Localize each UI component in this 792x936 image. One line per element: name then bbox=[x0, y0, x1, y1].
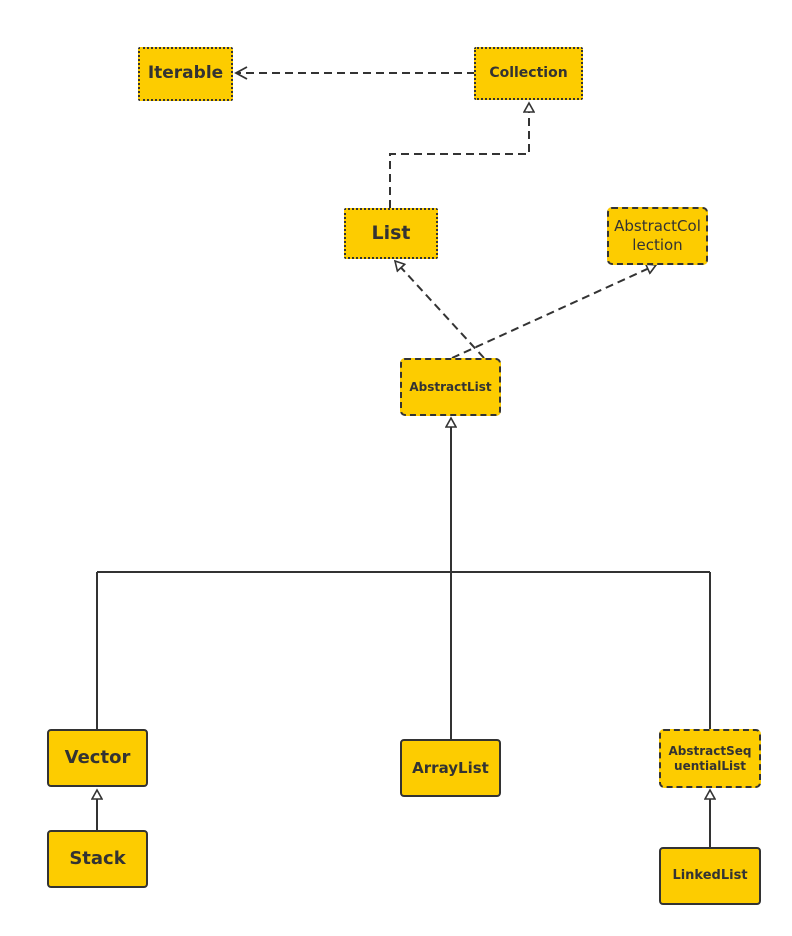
node-array-list[interactable]: ArrayList bbox=[400, 739, 501, 797]
node-label: Iterable bbox=[147, 63, 224, 84]
node-iterable[interactable]: Iterable bbox=[138, 47, 233, 101]
node-abstract-collection[interactable]: AbstractCollection bbox=[607, 207, 708, 265]
edge-abstractlist-list bbox=[395, 261, 485, 359]
node-linked-list[interactable]: LinkedList bbox=[659, 847, 761, 905]
node-label: LinkedList bbox=[672, 867, 748, 883]
node-label: AbstractCollection bbox=[614, 217, 701, 254]
edge-list-collection bbox=[389, 103, 529, 208]
node-abstract-sequential-list[interactable]: AbstractSequentialList bbox=[659, 729, 761, 788]
node-label: List bbox=[371, 221, 411, 244]
node-label: Collection bbox=[489, 64, 568, 81]
node-abstract-list[interactable]: AbstractList bbox=[400, 358, 501, 416]
node-label: ArrayList bbox=[412, 758, 489, 777]
node-label: Stack bbox=[69, 847, 126, 869]
node-list[interactable]: List bbox=[344, 208, 438, 259]
node-stack[interactable]: Stack bbox=[47, 830, 148, 888]
node-vector[interactable]: Vector bbox=[47, 729, 148, 787]
node-collection[interactable]: Collection bbox=[474, 47, 583, 100]
node-label: AbstractList bbox=[409, 379, 492, 394]
connectors-layer bbox=[0, 66, 792, 847]
node-label: AbstractSequentialList bbox=[668, 743, 752, 773]
edge-abstractlist-abstractcollection bbox=[451, 265, 656, 359]
node-label: Vector bbox=[64, 746, 131, 768]
